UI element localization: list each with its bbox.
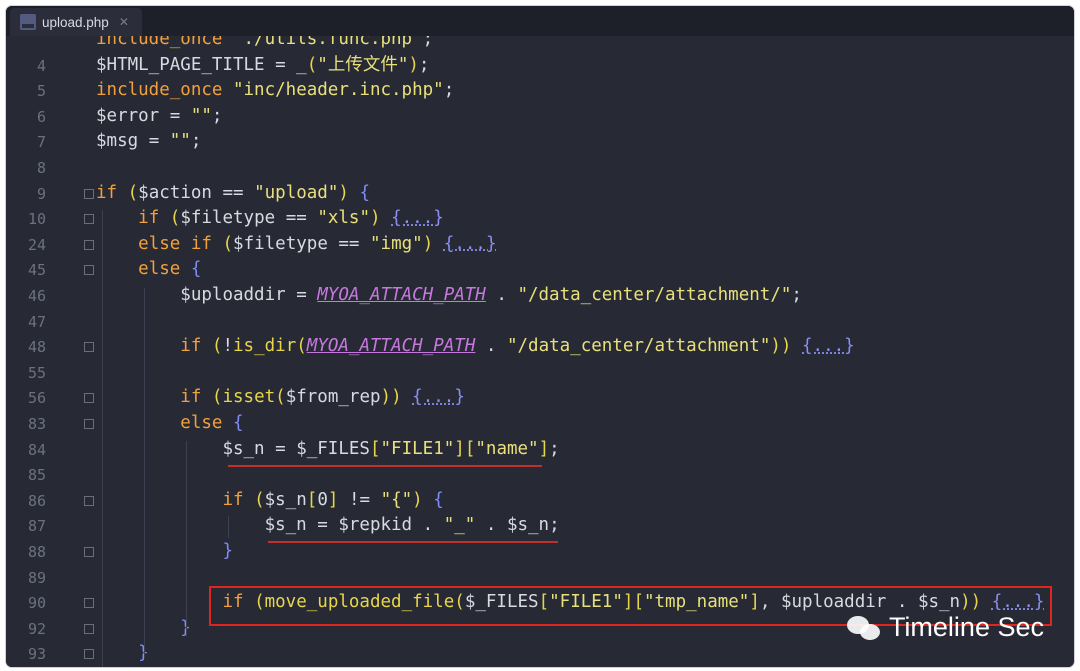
line-number: 87 [27, 517, 46, 536]
indent-guide [144, 288, 145, 658]
code-line[interactable]: include_once "./utils.func.php"; [96, 36, 433, 51]
line-number: 4 [36, 56, 46, 75]
line-number: 6 [36, 107, 46, 126]
fold-toggle-icon[interactable] [84, 393, 94, 404]
line-number: 47 [27, 312, 46, 331]
code-line[interactable]: else { [96, 411, 243, 435]
code-line[interactable]: $uploaddir = MYOA_ATTACH_PATH . "/data_c… [96, 283, 802, 307]
code-line[interactable]: $s_n = $repkid . "_" . $s_n; [96, 513, 560, 537]
code-line[interactable]: } [96, 641, 149, 665]
line-number: 93 [27, 645, 46, 664]
code-editor[interactable]: include_once "./utils.func.php"; 4 $HTML_P… [6, 36, 1074, 667]
code-line[interactable]: $HTML_PAGE_TITLE = _("上传文件"); [96, 53, 429, 77]
line-number: 8 [36, 159, 46, 177]
editor-window: upload.php ✕ include_once "./utils.func.… [5, 5, 1075, 668]
fold-toggle-icon[interactable] [84, 598, 94, 609]
code-line[interactable]: else { [96, 257, 201, 281]
code-line[interactable]: if ($filetype == "xls") {...} [96, 206, 444, 230]
wechat-icon [846, 614, 883, 642]
code-line[interactable]: if (isset($from_rep)) {...} [96, 385, 465, 409]
line-number: 85 [27, 466, 46, 485]
line-number: 5 [36, 82, 46, 101]
line-number: 84 [27, 440, 46, 459]
code-line[interactable]: if ($action == "upload") { [96, 181, 370, 205]
php-file-icon [20, 14, 36, 30]
watermark-text: Timeline Sec [888, 612, 1044, 642]
indent-guide [186, 441, 187, 636]
fold-toggle-icon[interactable] [84, 547, 94, 557]
line-number: 24 [27, 235, 46, 254]
code-line[interactable]: $msg = ""; [96, 129, 201, 153]
line-number: 83 [27, 415, 46, 433]
indent-guide [102, 210, 103, 667]
highlight-underline [268, 541, 558, 543]
line-number: 86 [27, 491, 46, 510]
fold-toggle-icon[interactable] [84, 419, 94, 429]
close-icon[interactable]: ✕ [119, 15, 129, 29]
indent-guide [228, 516, 229, 538]
tab-bar: upload.php ✕ [6, 6, 1074, 36]
code-line[interactable]: $error = ""; [96, 104, 222, 128]
line-number: 7 [36, 133, 46, 152]
code-line[interactable]: if ($s_n[0] != "{") { [96, 488, 443, 512]
watermark: Timeline Sec [846, 612, 1044, 643]
code-line[interactable]: } [96, 539, 233, 563]
line-number: 88 [27, 543, 46, 561]
fold-toggle-icon[interactable] [84, 495, 94, 506]
fold-toggle-icon[interactable] [84, 649, 94, 660]
line-number: 55 [27, 363, 46, 382]
line-number: 45 [27, 261, 46, 280]
fold-toggle-icon[interactable] [84, 188, 94, 199]
tab-filename: upload.php [42, 14, 109, 30]
fold-toggle-icon[interactable] [84, 239, 94, 250]
fold-toggle-icon[interactable] [84, 214, 94, 225]
fold-toggle-icon[interactable] [84, 623, 94, 634]
line-number: 90 [27, 594, 46, 613]
tab-upload-php[interactable]: upload.php ✕ [10, 8, 142, 36]
line-number: 9 [36, 184, 46, 203]
line-number: 89 [27, 568, 46, 587]
line-number: 46 [27, 287, 46, 305]
fold-toggle-icon[interactable] [84, 265, 94, 276]
code-line[interactable]: include_once "inc/header.inc.php"; [96, 78, 454, 102]
code-line[interactable]: else if ($filetype == "img") {...} [96, 232, 496, 256]
code-line[interactable]: $s_n = $_FILES["FILE1"]["name"]; [96, 437, 559, 461]
line-number: 92 [27, 619, 46, 638]
code-line[interactable]: if (!is_dir(MYOA_ATTACH_PATH . "/data_ce… [96, 334, 854, 358]
line-number: 10 [27, 210, 46, 229]
line-number: 48 [27, 338, 46, 357]
fold-toggle-icon[interactable] [84, 342, 94, 353]
highlight-underline [228, 465, 542, 467]
line-number: 56 [27, 389, 46, 408]
